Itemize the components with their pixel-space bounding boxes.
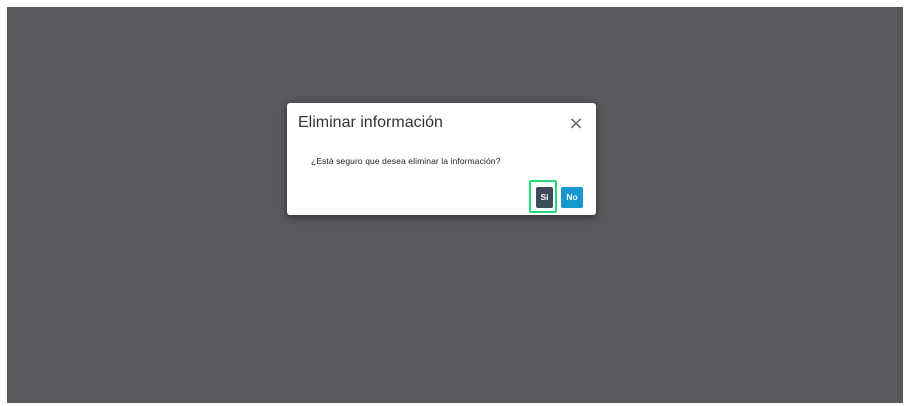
confirm-yes-button[interactable]: Si bbox=[536, 187, 553, 208]
confirm-no-button[interactable]: No bbox=[561, 187, 583, 208]
close-icon[interactable]: × bbox=[568, 115, 584, 133]
delete-confirmation-dialog: Eliminar información × ¿Está seguro que … bbox=[287, 103, 596, 215]
dialog-message: ¿Está seguro que desea eliminar la infor… bbox=[311, 156, 501, 166]
dialog-title: Eliminar información bbox=[298, 114, 443, 131]
